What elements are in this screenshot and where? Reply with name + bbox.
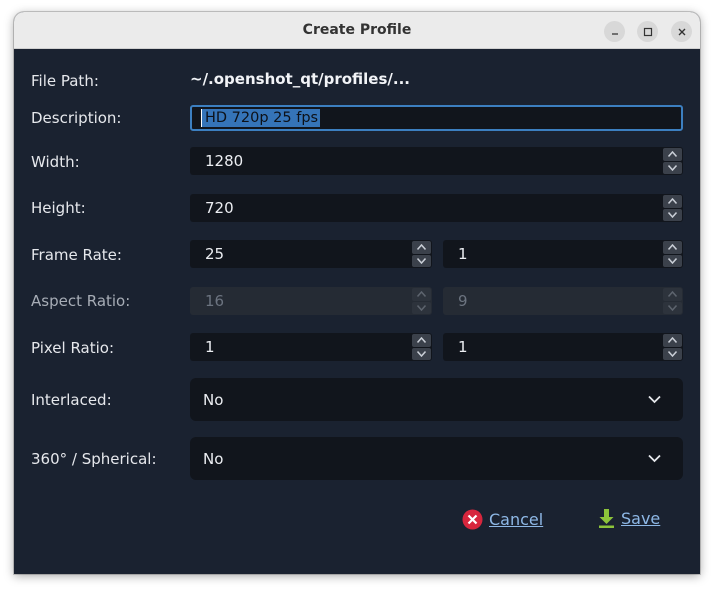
frame-rate-den-value: 1 [458,245,468,263]
pixel-ratio-den-spinbox[interactable]: 1 [443,333,683,361]
increment-button[interactable] [663,148,682,161]
height-label: Height: [31,199,86,217]
decrement-button[interactable] [412,254,431,267]
file-path-label: File Path: [31,72,99,90]
width-value: 1280 [205,152,244,170]
decrement-button [663,301,682,314]
pixel-ratio-num-stepper[interactable] [412,334,431,360]
frame-rate-den-stepper[interactable] [663,241,682,267]
title-bar[interactable]: Create Profile [14,12,700,49]
decrement-button[interactable] [663,208,682,221]
decrement-button[interactable] [412,347,431,360]
save-label: Save [621,509,661,528]
increment-button[interactable] [663,334,682,347]
frame-rate-label: Frame Rate: [31,246,122,264]
arrow-up-icon [668,291,677,298]
pixel-ratio-den-value: 1 [458,338,468,356]
file-path-value: ~/.openshot_qt/profiles/... [190,70,410,88]
description-input[interactable]: HD 720p 25 fps [190,105,683,131]
close-icon [678,28,685,35]
arrow-down-icon [417,257,426,264]
frame-rate-den-spinbox[interactable]: 1 [443,240,683,268]
arrow-up-icon [417,291,426,298]
arrow-down-icon [417,304,426,311]
cancel-label: Cancel [489,510,544,529]
interlaced-value: No [203,390,224,409]
increment-button [663,288,682,301]
pixel-ratio-den-stepper[interactable] [663,334,682,360]
frame-rate-num-value: 25 [205,245,225,263]
arrow-down-icon [417,350,426,357]
aspect-ratio-den-spinbox: 9 [443,287,683,315]
maximize-button[interactable] [637,21,658,42]
height-stepper[interactable] [663,195,682,221]
download-arrow-icon [598,508,615,529]
frame-rate-num-spinbox[interactable]: 25 [190,240,432,268]
arrow-up-icon [668,244,677,251]
aspect-ratio-den-stepper [663,288,682,314]
aspect-ratio-num-spinbox: 16 [190,287,432,315]
increment-button[interactable] [663,241,682,254]
aspect-ratio-num-value: 16 [205,292,225,310]
height-spinbox[interactable]: 720 [190,194,683,222]
arrow-down-icon [668,304,677,311]
pixel-ratio-label: Pixel Ratio: [31,339,115,357]
width-spinbox[interactable]: 1280 [190,147,683,175]
aspect-ratio-label: Aspect Ratio: [31,292,131,310]
close-button[interactable] [671,21,692,42]
description-label: Description: [31,109,122,127]
minimize-button[interactable] [604,21,625,42]
arrow-up-icon [417,337,426,344]
create-profile-dialog: Create Profile File Path: ~/.openshot_qt… [14,12,700,574]
arrow-down-icon [668,350,677,357]
arrow-up-icon [668,151,677,158]
arrow-up-icon [417,244,426,251]
description-selected-text: HD 720p 25 fps [201,109,321,127]
increment-button[interactable] [663,195,682,208]
aspect-ratio-num-stepper [412,288,431,314]
arrow-down-icon [668,164,677,171]
pixel-ratio-num-spinbox[interactable]: 1 [190,333,432,361]
arrow-up-icon [668,198,677,205]
height-value: 720 [205,199,234,217]
window-title: Create Profile [302,22,412,38]
cancel-button[interactable]: Cancel [462,509,543,530]
increment-button [412,288,431,301]
pixel-ratio-num-value: 1 [205,338,215,356]
increment-button[interactable] [412,334,431,347]
frame-rate-num-stepper[interactable] [412,241,431,267]
decrement-button [412,301,431,314]
maximize-icon [643,27,652,36]
aspect-ratio-den-value: 9 [458,292,468,310]
interlaced-select[interactable]: No [190,378,683,421]
chevron-down-icon [648,454,661,462]
width-label: Width: [31,153,80,171]
increment-button[interactable] [412,241,431,254]
interlaced-label: Interlaced: [31,391,112,409]
minimize-icon [611,32,618,35]
chevron-down-icon [648,395,661,403]
cancel-icon [462,509,483,530]
decrement-button[interactable] [663,161,682,174]
save-button[interactable]: Save [598,508,660,529]
decrement-button[interactable] [663,347,682,360]
width-stepper[interactable] [663,148,682,174]
spherical-select[interactable]: No [190,437,683,480]
arrow-down-icon [668,257,677,264]
spherical-value: No [203,449,224,468]
arrow-up-icon [668,337,677,344]
decrement-button[interactable] [663,254,682,267]
spherical-label: 360° / Spherical: [31,450,157,468]
arrow-down-icon [668,211,677,218]
